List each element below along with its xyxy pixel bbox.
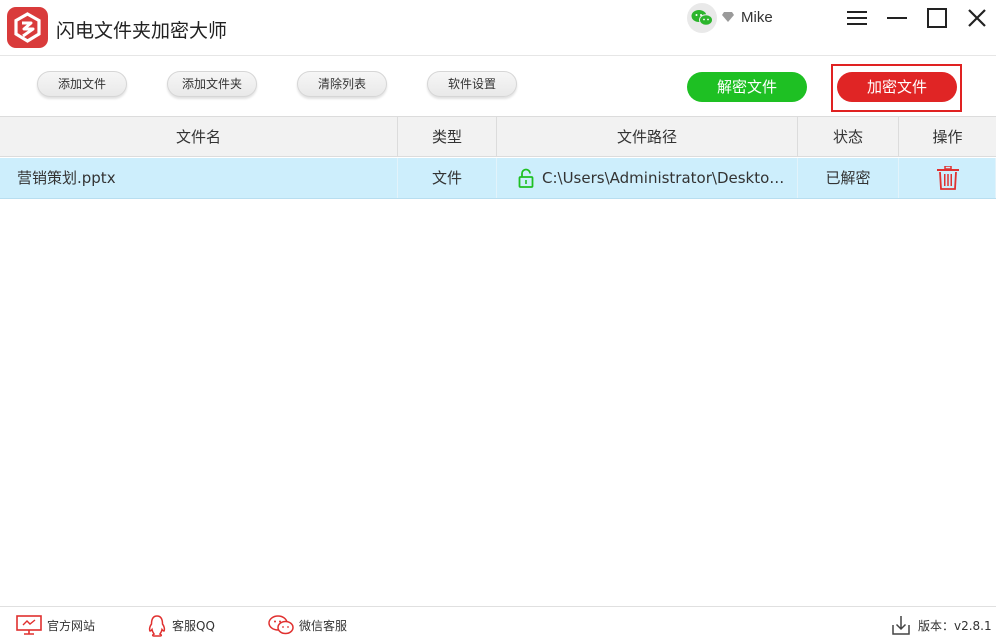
wechat-icon[interactable]: [687, 3, 717, 33]
unlock-icon: [518, 168, 534, 188]
column-header-type[interactable]: 类型: [398, 117, 497, 157]
add-folder-button[interactable]: 添加文件夹: [167, 71, 257, 97]
table-header: 文件名 类型 文件路径 状态 操作: [0, 117, 996, 157]
app-logo-icon: [7, 7, 48, 48]
user-name[interactable]: Mike: [741, 9, 773, 26]
column-header-action: 操作: [932, 128, 963, 146]
row-file-path: C:\Users\Administrator\Desktop\营销策划.pptx: [497, 158, 798, 198]
settings-button[interactable]: 软件设置: [427, 71, 517, 97]
clear-list-button[interactable]: 清除列表: [297, 71, 387, 97]
download-icon[interactable]: [892, 615, 910, 635]
column-header-status[interactable]: 状态: [798, 117, 899, 157]
add-file-button[interactable]: 添加文件: [37, 71, 127, 97]
title-bar: 闪电文件夹加密大师 Mike: [0, 0, 996, 56]
row-file-status: 已解密: [798, 158, 899, 198]
column-header-path[interactable]: 文件路径: [497, 117, 798, 157]
qq-penguin-icon[interactable]: [148, 615, 166, 637]
wechat-chat-icon[interactable]: [268, 615, 294, 635]
monitor-icon[interactable]: [16, 615, 42, 635]
maximize-icon[interactable]: [925, 6, 949, 30]
close-icon[interactable]: [965, 6, 989, 30]
version-label: 版本：v2.8.1: [918, 619, 992, 633]
footer-bar: 官方网站 客服QQ 微信客服 版本：v2.8.1: [0, 606, 996, 643]
toolbar: 添加文件 添加文件夹 清除列表 软件设置 解密文件 加密文件: [0, 57, 996, 117]
table-row[interactable]: 营销策划.pptx 文件 C:\Users\Administrator\Desk…: [0, 158, 996, 199]
app-title: 闪电文件夹加密大师: [56, 20, 228, 42]
website-link[interactable]: 官方网站: [47, 607, 95, 643]
menu-icon[interactable]: [845, 6, 869, 30]
diamond-icon: [722, 12, 734, 22]
wechat-support-link[interactable]: 微信客服: [299, 607, 347, 643]
minimize-icon[interactable]: [885, 6, 909, 30]
column-header-name[interactable]: 文件名: [0, 117, 398, 157]
trash-icon[interactable]: [937, 166, 959, 190]
decrypt-button[interactable]: 解密文件: [687, 72, 807, 102]
row-file-name: 营销策划.pptx: [0, 158, 398, 198]
encrypt-button[interactable]: 加密文件: [837, 72, 957, 102]
qq-support-link[interactable]: 客服QQ: [172, 607, 215, 643]
row-file-type: 文件: [398, 158, 497, 198]
